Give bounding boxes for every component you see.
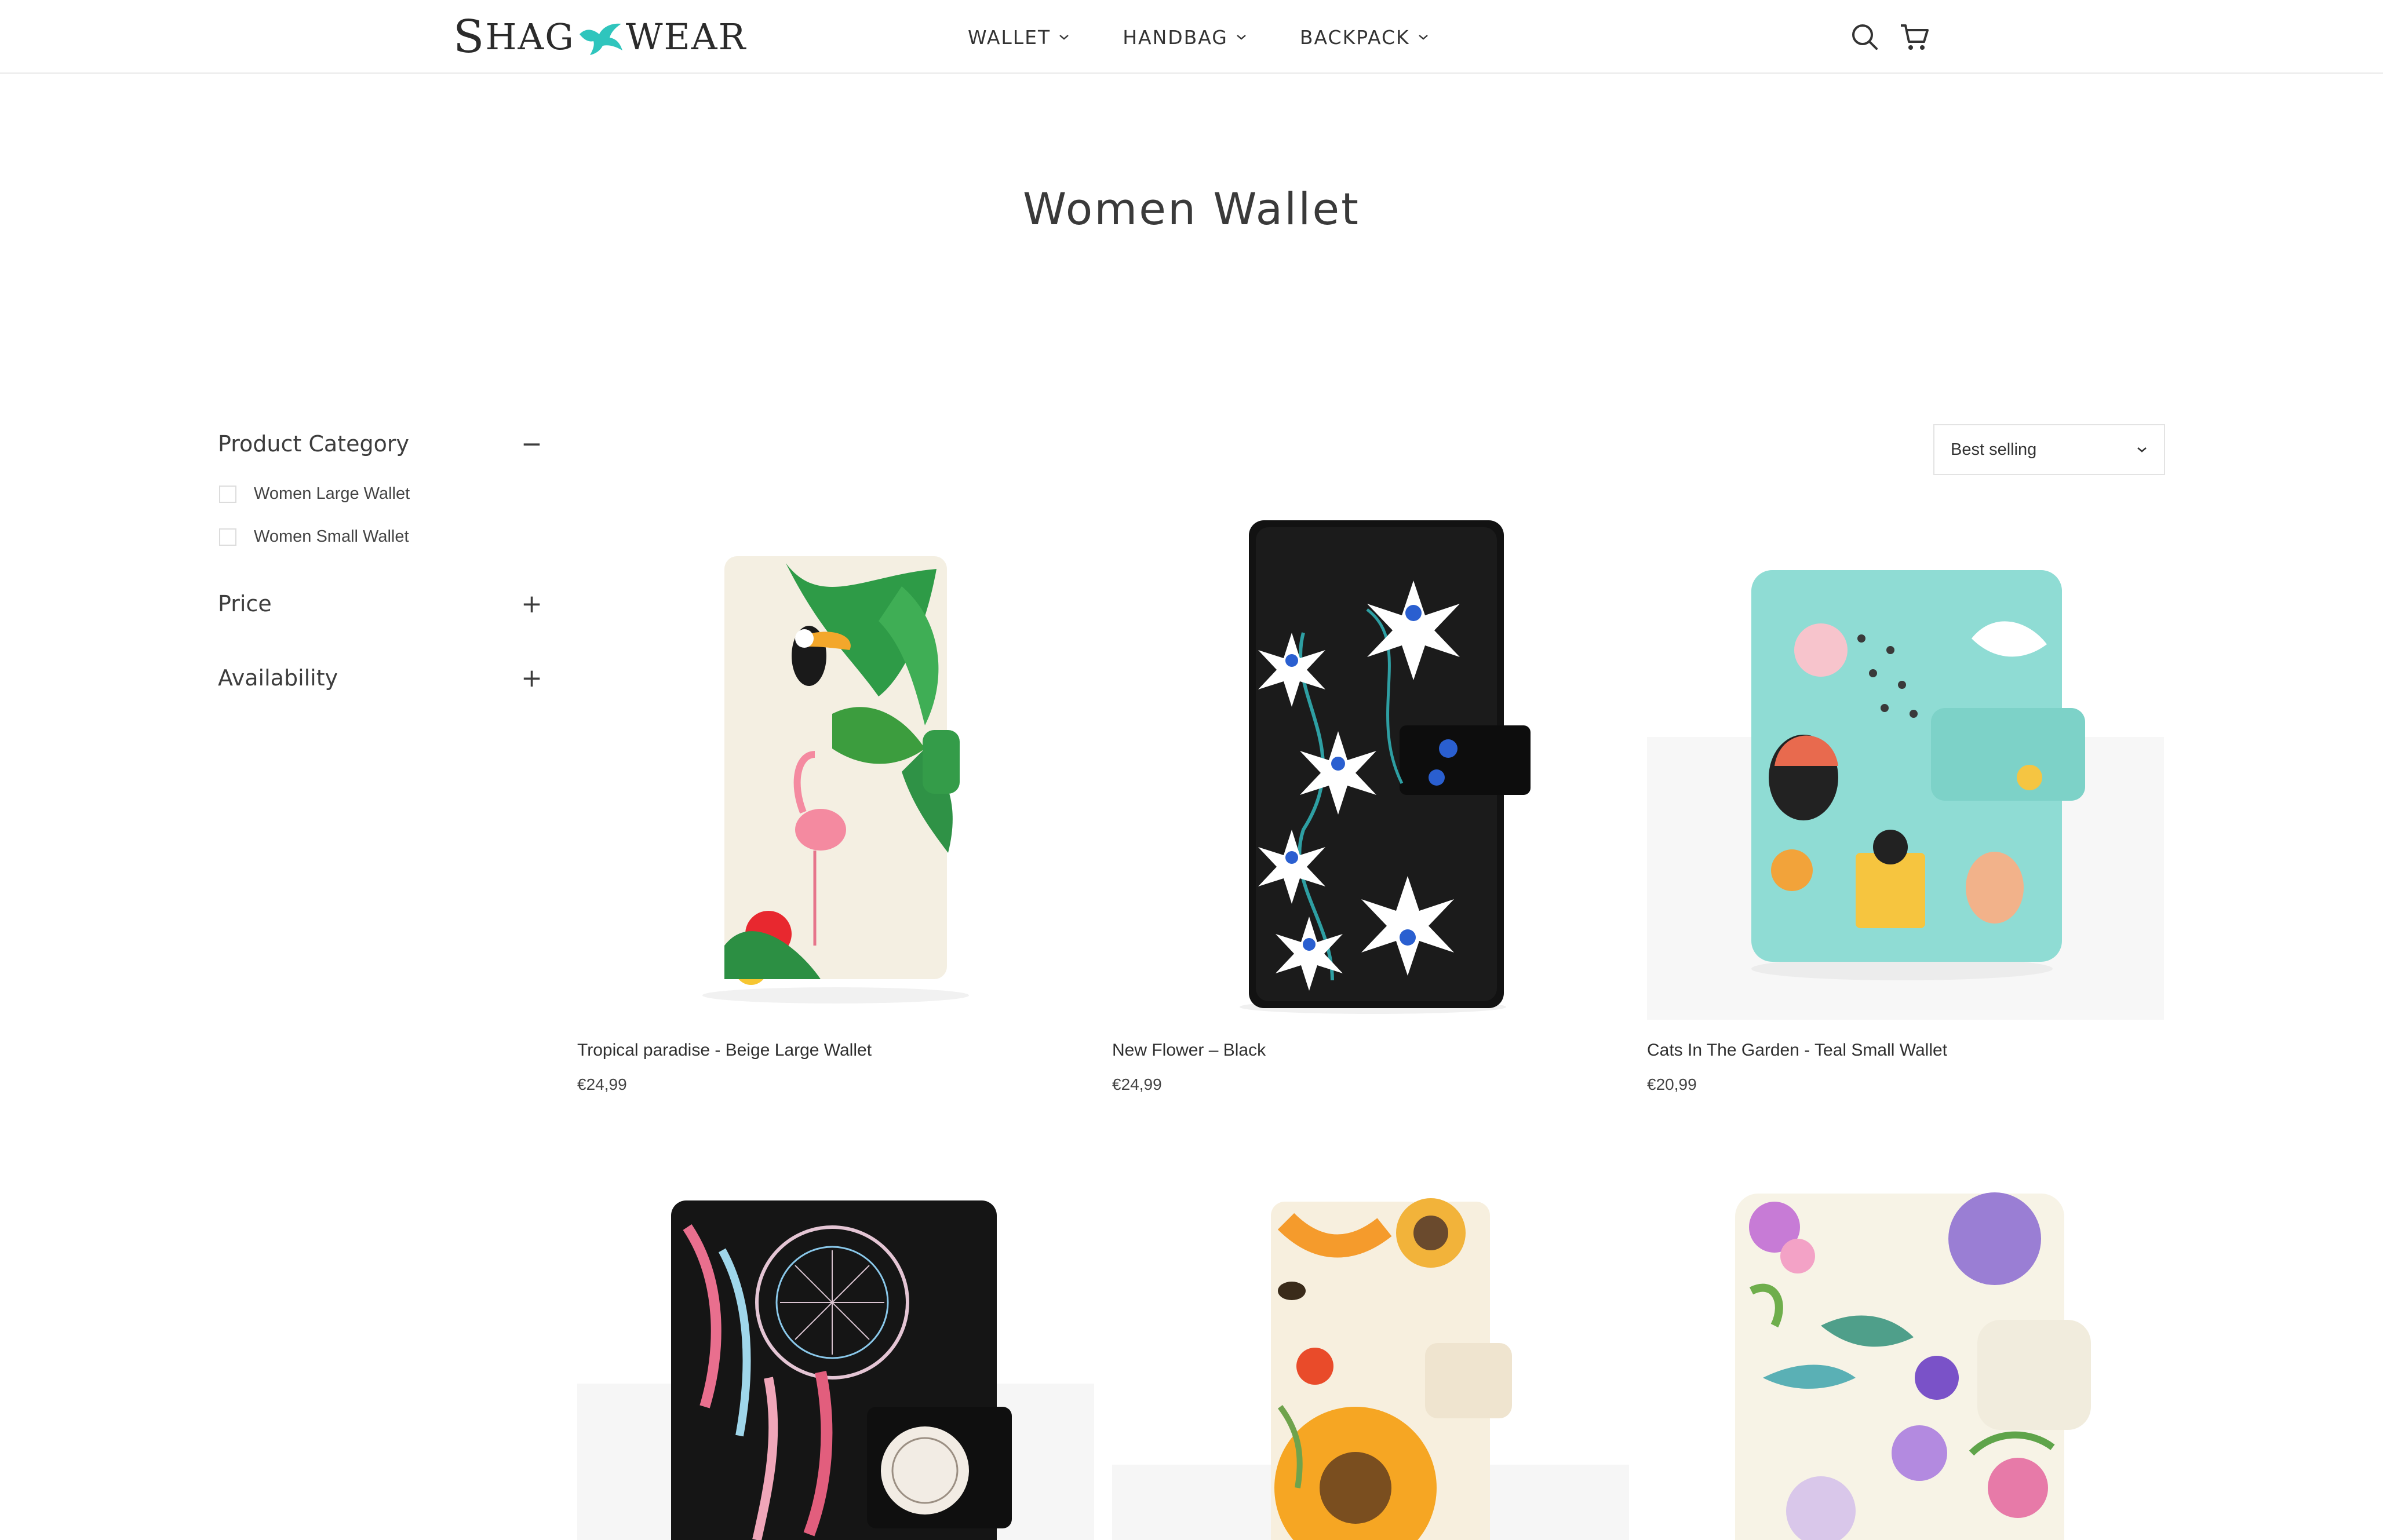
nav-label: HANDBAG (1123, 25, 1228, 49)
nav-handbag[interactable]: HANDBAG (1123, 21, 1247, 53)
checkbox[interactable] (219, 485, 236, 503)
product-price: €24,99 (577, 1075, 627, 1093)
search-icon[interactable] (1849, 21, 1881, 53)
product-image[interactable] (577, 1187, 1094, 1540)
logo-text-left: HAG (485, 16, 575, 58)
expand-icon[interactable]: + (521, 663, 542, 693)
product-card (1112, 1187, 1629, 1540)
expand-icon[interactable]: + (521, 589, 542, 619)
filter-option-women-large-wallet[interactable]: Women Large Wallet (219, 484, 410, 503)
filter-title: Price (218, 591, 272, 616)
product-card (577, 1187, 1094, 1540)
chevron-down-icon (1059, 35, 1069, 40)
site-header: S HAG WEAR WALLET HANDBAG BACKPACK (0, 0, 2383, 74)
logo-letter: S (453, 11, 486, 63)
filter-option-women-small-wallet[interactable]: Women Small Wallet (219, 527, 409, 546)
product-image[interactable] (1647, 1187, 2164, 1540)
logo-bird-icon (579, 23, 622, 55)
chevron-down-icon (1237, 35, 1246, 40)
nav-backpack[interactable]: BACKPACK (1300, 21, 1429, 53)
product-image[interactable] (1647, 505, 2164, 1020)
filter-availability[interactable]: Availability + (218, 660, 542, 695)
filter-option-label: Women Large Wallet (254, 484, 410, 503)
nav-label: BACKPACK (1299, 25, 1410, 49)
brand-logo[interactable]: S HAG WEAR (453, 14, 746, 60)
product-card: Tropical paradise - Beige Large Wallet €… (577, 505, 1094, 1108)
product-name[interactable]: Cats In The Garden - Teal Small Wallet (1647, 1041, 1947, 1060)
filter-title: Availability (218, 665, 338, 691)
product-card: Cats In The Garden - Teal Small Wallet €… (1647, 505, 2164, 1108)
product-price: €20,99 (1647, 1075, 1697, 1093)
product-image[interactable] (1112, 1187, 1629, 1540)
main-nav: WALLET HANDBAG BACKPACK (968, 21, 1482, 53)
logo-text-right: WEAR (625, 16, 747, 58)
product-price: €24,99 (1112, 1075, 1162, 1093)
filter-product-category[interactable]: Product Category − (218, 426, 542, 461)
chevron-down-icon (2137, 447, 2147, 452)
page-title: Women Wallet (1023, 183, 1360, 235)
product-name[interactable]: New Flower – Black (1112, 1041, 1266, 1060)
nav-label: WALLET (968, 25, 1051, 49)
cart-icon[interactable] (1899, 21, 1931, 53)
product-name[interactable]: Tropical paradise - Beige Large Wallet (577, 1041, 872, 1060)
sort-selected-value: Best selling (1951, 440, 2037, 459)
product-image[interactable] (1112, 505, 1629, 1020)
product-card (1647, 1187, 2164, 1540)
checkbox[interactable] (219, 528, 236, 546)
sort-select[interactable]: Best selling (1933, 424, 2165, 475)
collapse-icon[interactable]: − (521, 429, 542, 459)
nav-wallet[interactable]: WALLET (968, 21, 1069, 53)
filter-title: Product Category (218, 431, 409, 457)
filter-price[interactable]: Price + (218, 586, 542, 621)
chevron-down-icon (1418, 35, 1428, 40)
product-card: New Flower – Black €24,99 (1112, 505, 1629, 1108)
filter-option-label: Women Small Wallet (254, 527, 409, 546)
product-image[interactable] (577, 505, 1094, 1020)
